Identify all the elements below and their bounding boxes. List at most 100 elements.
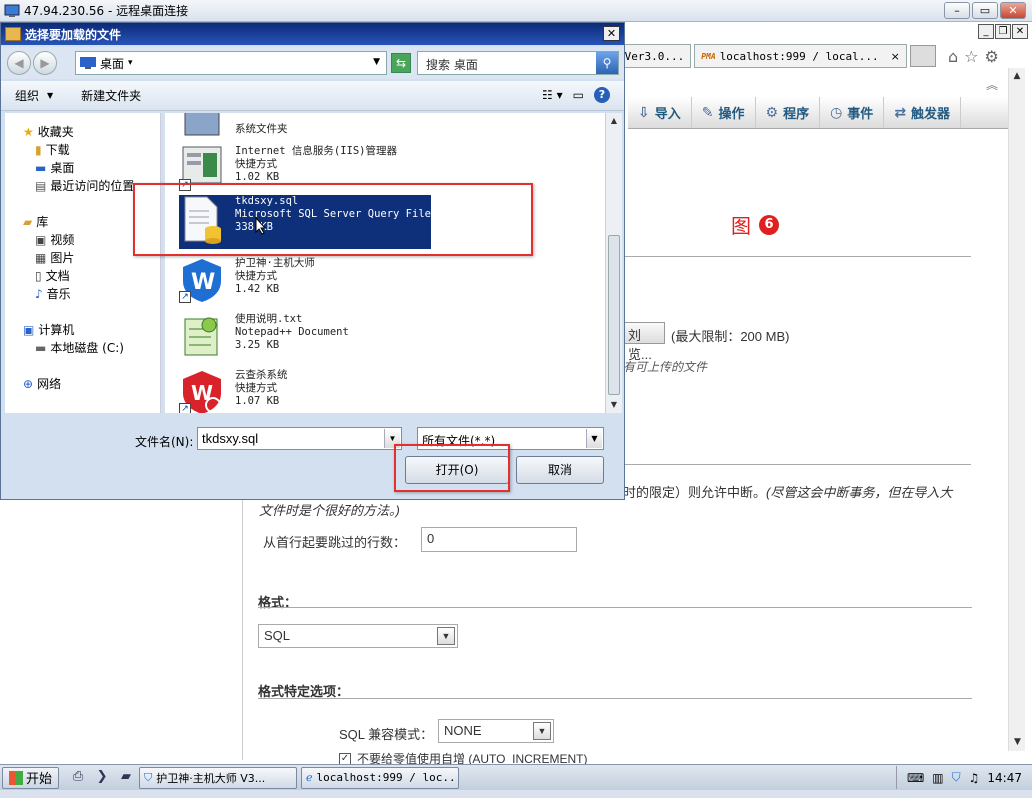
pma-tab-events[interactable]: ◷ 事件 <box>820 97 885 128</box>
divider <box>623 256 971 257</box>
file-name: 云查杀系统 <box>235 369 288 381</box>
rdp-title-bar: 47.94.230.56 - 远程桌面连接 – ▭ ✕ <box>0 0 1032 22</box>
nav-pictures[interactable]: ▦ 图片 <box>35 249 74 266</box>
format-select[interactable]: SQL ▼ <box>258 624 458 648</box>
taskbar-item-hws[interactable]: ⛉ 护卫神·主机大师 V3... <box>139 766 298 789</box>
nav-computer[interactable]: ▣ 计算机 <box>23 321 74 338</box>
sql-compat-label: SQL 兼容模式： <box>339 727 434 742</box>
format-select-value: SQL <box>264 628 291 643</box>
navigation-pane: ★ 收藏夹 ▮ 下载 ▬ 桌面 ▤ 最近访问的位置 ▰ 库 ▣ 视频 ▦ 图片 ▯ 文档 ♪ 音乐… <box>5 113 161 413</box>
address-dropdown-icon[interactable]: ▼ <box>373 57 380 67</box>
explorer-icon[interactable]: ▰ <box>117 769 135 787</box>
file-list-scrollbar[interactable]: ▲ ▼ <box>605 113 622 413</box>
library-icon: ▰ <box>23 214 33 229</box>
collapse-up-icon[interactable]: ︽ <box>986 76 998 93</box>
view-options-icon[interactable]: ☷ ▾ <box>542 88 563 102</box>
network-tray-icon[interactable]: ▥ <box>932 771 943 785</box>
nav-network[interactable]: ⊕ 网络 <box>23 375 61 392</box>
file-item[interactable]: W ↗ 护卫神·主机大师 快捷方式 1.42 KB <box>179 257 431 311</box>
home-icon[interactable]: ⌂ <box>948 47 958 66</box>
remote-desktop-icon <box>4 4 20 17</box>
file-name: 使用说明.txt <box>235 313 303 325</box>
file-size: 1.42 KB <box>235 283 280 295</box>
rdp-close-button[interactable]: ✕ <box>1000 2 1026 19</box>
cancel-button[interactable]: 取消 <box>516 456 604 484</box>
nav-downloads[interactable]: ▮ 下载 <box>35 141 70 158</box>
format-section-title: 格式： <box>258 595 298 610</box>
taskbar-item-browser[interactable]: ℯ localhost:999 / loc... <box>301 766 460 789</box>
browse-button[interactable]: 刘览... <box>623 322 665 362</box>
browser-restore-button[interactable]: ❐ <box>995 24 1011 39</box>
forward-arrow-icon[interactable]: ▶ <box>33 51 57 75</box>
filename-input[interactable]: tkdsxy.sql ▼ <box>197 427 402 450</box>
pma-tab-triggers[interactable]: ⇄ 触发器 <box>884 97 962 128</box>
nav-desktop[interactable]: ▬ 桌面 <box>35 159 74 176</box>
documents-icon: ▯ <box>35 268 42 283</box>
rdp-restore-button[interactable]: ▭ <box>972 2 998 19</box>
nav-label: 下载 <box>45 143 70 157</box>
dialog-close-button[interactable]: ✕ <box>603 26 620 41</box>
help-icon[interactable]: ? <box>594 87 610 103</box>
start-button[interactable]: 开始 <box>2 766 60 789</box>
keyboard-icon[interactable]: ⌨ <box>907 771 924 785</box>
preview-pane-icon[interactable]: ▭ <box>573 88 584 102</box>
new-folder-label: 新建文件夹 <box>81 89 142 103</box>
scroll-up-arrow-icon[interactable]: ▲ <box>606 113 622 129</box>
wrench-icon: ✎ <box>701 104 714 121</box>
nav-libraries[interactable]: ▰ 库 <box>23 213 48 230</box>
system-folder-icon <box>184 113 220 136</box>
search-placeholder: 搜索 桌面 <box>426 58 478 72</box>
file-item[interactable]: 使用说明.txt Notepad++ Document 3.25 KB <box>179 313 431 367</box>
search-icon[interactable]: ⚲ <box>596 52 618 74</box>
nav-videos[interactable]: ▣ 视频 <box>35 231 74 248</box>
nav-music[interactable]: ♪ 音乐 <box>35 285 71 302</box>
browser-minimize-button[interactable]: _ <box>978 24 994 39</box>
star-icon[interactable]: ☆ <box>964 47 978 66</box>
scroll-thumb[interactable] <box>608 235 620 395</box>
new-tab-button[interactable] <box>909 45 936 67</box>
breadcrumb-arrow-icon[interactable]: ▾ <box>128 58 133 68</box>
address-bar[interactable]: 桌面 ▾ ▼ <box>75 51 387 75</box>
browser-tab-phpmyadmin[interactable]: PMA localhost:999 / local... × <box>694 44 907 68</box>
nav-label: 音乐 <box>46 287 71 301</box>
browser-close-button[interactable]: ✕ <box>1012 24 1028 39</box>
back-arrow-icon[interactable]: ◀ <box>7 51 31 75</box>
rdp-minimize-button[interactable]: – <box>944 2 970 19</box>
server-manager-icon[interactable]: ⎙ <box>69 769 87 787</box>
checkbox[interactable]: ✓ <box>339 752 351 765</box>
pma-tab-routines[interactable]: ⚙ 程序 <box>756 97 821 128</box>
organize-button[interactable]: 组织 ▼ <box>1 87 67 104</box>
gear-icon[interactable]: ⚙ <box>985 47 999 66</box>
routines-icon: ⚙ <box>765 104 779 121</box>
volume-icon[interactable]: ♫ <box>969 771 980 785</box>
skip-rows-input[interactable]: 0 <box>421 527 577 552</box>
highlight-box-open <box>394 444 510 492</box>
search-input[interactable]: 搜索 桌面 ⚲ <box>417 51 619 75</box>
nav-documents[interactable]: ▯ 文档 <box>35 267 70 284</box>
max-upload-limit: (最大限制：200 MB) <box>671 329 790 344</box>
hws-tray-icon[interactable]: ⛉ <box>952 770 961 785</box>
powershell-icon[interactable]: ❯ <box>93 769 111 787</box>
page-scrollbar[interactable]: ▲ ▼ <box>1008 68 1025 751</box>
file-name: 护卫神·主机大师 <box>235 257 315 269</box>
music-icon: ♪ <box>35 286 43 301</box>
pma-tab-operations[interactable]: ✎ 操作 <box>692 97 756 128</box>
nav-local-disk[interactable]: ▬ 本地磁盘 (C:) <box>35 339 124 356</box>
new-folder-button[interactable]: 新建文件夹 <box>67 87 155 104</box>
nav-recent[interactable]: ▤ 最近访问的位置 <box>35 177 134 194</box>
file-type: Notepad++ Document <box>235 326 349 338</box>
pma-tab-import[interactable]: ⇩ 导入 <box>628 97 692 128</box>
divider <box>258 698 972 699</box>
scroll-down-arrow-icon[interactable]: ▼ <box>606 397 622 413</box>
sql-compat-select[interactable]: NONE ▼ <box>438 719 554 743</box>
scroll-up-arrow-icon[interactable]: ▲ <box>1009 68 1025 85</box>
scroll-down-arrow-icon[interactable]: ▼ <box>1009 734 1026 751</box>
taskbar-item-label: 护卫神·主机大师 V3... <box>156 771 266 785</box>
skip-rows-label: 从首行起要跳过的行数： <box>263 535 407 550</box>
file-item[interactable]: W ↗ 云查杀系统 快捷方式 1.07 KB <box>179 369 431 413</box>
chevron-down-icon[interactable]: ▼ <box>586 429 602 448</box>
refresh-icon[interactable]: ⇆ <box>391 53 411 73</box>
file-size: 1.07 KB <box>235 395 280 407</box>
nav-favorites[interactable]: ★ 收藏夹 <box>23 123 74 140</box>
tab-close-icon[interactable]: × <box>891 50 900 63</box>
